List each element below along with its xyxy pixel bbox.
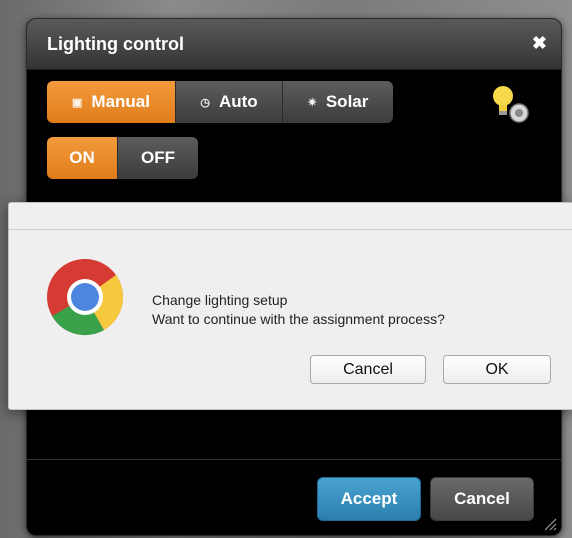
clock-icon: ◷	[200, 96, 210, 109]
chrome-logo-icon	[47, 259, 124, 336]
mode-selector: ▣ Manual ◷ Auto ✷ Solar	[47, 81, 393, 123]
power-on-button[interactable]: ON	[47, 137, 118, 179]
mode-manual-button[interactable]: ▣ Manual	[47, 81, 176, 123]
mode-auto-label: Auto	[218, 92, 258, 111]
mode-auto-button[interactable]: ◷ Auto	[176, 81, 283, 123]
battery-icon: ▣	[72, 96, 83, 109]
panel-titlebar[interactable]: Lighting control ✖	[27, 19, 561, 70]
mode-solar-label: Solar	[325, 92, 369, 111]
power-off-label: OFF	[141, 148, 175, 167]
dialog-cancel-button[interactable]: Cancel	[310, 355, 426, 384]
dialog-ok-button[interactable]: OK	[443, 355, 551, 384]
close-icon[interactable]: ✖	[532, 33, 547, 53]
mode-manual-label: Manual	[91, 92, 150, 111]
mode-solar-button[interactable]: ✷ Solar	[283, 81, 393, 123]
power-on-label: ON	[69, 148, 95, 167]
dialog-text: Want to continue with the assignment pro…	[152, 311, 445, 327]
dialog-divider	[9, 229, 572, 230]
footer-divider	[27, 459, 561, 460]
dialog-title: Change lighting setup	[152, 292, 288, 308]
accept-button[interactable]: Accept	[317, 477, 421, 521]
cancel-button[interactable]: Cancel	[430, 477, 534, 521]
resize-grip-icon[interactable]	[543, 517, 557, 531]
lightbulb-icon	[493, 86, 529, 123]
panel-title: Lighting control	[47, 34, 184, 54]
dialog-message: Change lighting setup Want to continue w…	[152, 291, 445, 329]
sun-icon: ✷	[307, 96, 317, 109]
power-toggle: ON OFF	[47, 137, 198, 179]
power-off-button[interactable]: OFF	[118, 137, 198, 179]
confirm-dialog: Change lighting setup Want to continue w…	[8, 202, 572, 410]
